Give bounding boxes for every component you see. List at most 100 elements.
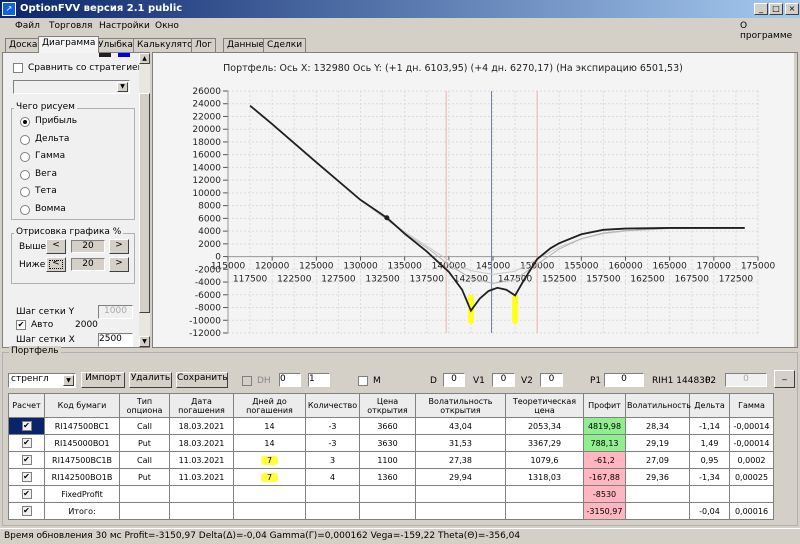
above-decrease-button[interactable]: < <box>46 239 66 254</box>
y-tick-label: 22000 <box>192 112 221 122</box>
calc-checkbox-cell[interactable]: ✔ <box>8 434 45 452</box>
chart-splitter[interactable] <box>794 53 797 347</box>
column-header[interactable]: Расчет <box>8 393 45 418</box>
minimize-button[interactable]: _ <box>754 3 768 15</box>
calc-checkbox-cell[interactable]: ✔ <box>8 417 45 435</box>
calc-checkbox-cell[interactable]: ✔ <box>8 485 45 503</box>
column-header[interactable]: Профит <box>583 393 626 418</box>
cell-type: Call <box>119 417 170 435</box>
chevron-down-icon[interactable]: ▼ <box>117 82 128 92</box>
draw-option-label: Вега <box>35 168 57 179</box>
calc-checkbox-cell[interactable]: ✔ <box>8 451 45 469</box>
save-button[interactable]: Сохранить <box>176 372 228 388</box>
cell-gamma: 0,00016 <box>729 502 774 520</box>
v2-input[interactable]: 0 <box>540 373 563 387</box>
menu-about[interactable]: О программе <box>740 21 800 41</box>
spin2-input[interactable]: 1 <box>308 373 330 387</box>
tab-smile[interactable]: Улыбка <box>94 38 137 52</box>
column-header[interactable]: Количество <box>305 393 360 418</box>
cell-profit: -3150,97 <box>583 502 626 520</box>
tab-log[interactable]: Лог <box>191 38 217 52</box>
close-button[interactable]: × <box>785 3 799 15</box>
maximize-button[interactable]: □ <box>769 3 783 15</box>
calc-checkbox[interactable]: ✔ <box>21 421 32 431</box>
column-header[interactable]: Теоретическая цена <box>505 393 584 418</box>
column-header[interactable]: Дней до погашения <box>233 393 306 418</box>
m-checkbox[interactable] <box>358 376 368 386</box>
y-tick-label: -4000 <box>195 278 221 288</box>
calc-checkbox-cell[interactable]: ✔ <box>8 468 45 486</box>
radio-2[interactable] <box>20 152 30 162</box>
calc-checkbox[interactable]: ✔ <box>21 506 32 516</box>
scroll-thumb[interactable] <box>139 93 150 313</box>
table-row[interactable]: ✔ RI142500BO1B Put 11.03.2021 7 4 1360 29,94 131… <box>8 468 774 486</box>
profit-series-line <box>249 105 745 275</box>
minimize-portfolio-button[interactable]: _ <box>774 370 795 388</box>
table-row[interactable]: ✔ RI147500BC1B Call 11.03.2021 7 3 1100 27,38 10… <box>8 451 774 469</box>
calc-checkbox[interactable]: ✔ <box>21 489 32 499</box>
menu-trading[interactable]: Торговля <box>49 21 92 31</box>
radio-1[interactable] <box>20 134 30 145</box>
y-tick-label: -6000 <box>195 291 221 301</box>
grid-x-input[interactable]: 2500 <box>98 333 133 347</box>
cell-theo <box>505 485 584 503</box>
y-tick-label: -10000 <box>189 316 221 326</box>
radio-3[interactable] <box>20 169 30 180</box>
above-value[interactable]: 20 <box>71 240 105 253</box>
column-header[interactable]: Волатильность открытия <box>415 393 506 418</box>
compare-checkbox[interactable] <box>13 63 23 73</box>
compare-strategy-select[interactable]: ▼ <box>13 80 130 94</box>
radio-0[interactable] <box>20 117 30 127</box>
calc-checkbox[interactable]: ✔ <box>21 472 32 482</box>
below-decrease-button[interactable]: < <box>46 257 66 272</box>
above-increase-button[interactable]: > <box>109 239 129 254</box>
cell-date: 11.03.2021 <box>169 468 234 486</box>
scroll-down-icon[interactable]: ▼ <box>139 336 150 347</box>
x-tick-label-minor: 162500 <box>630 275 665 285</box>
below-increase-button[interactable]: > <box>109 257 129 272</box>
auto-label: Авто <box>31 320 54 330</box>
tab-board[interactable]: Доска <box>5 38 42 52</box>
dh-checkbox[interactable] <box>242 376 252 386</box>
calc-checkbox[interactable]: ✔ <box>21 455 32 465</box>
p2-input[interactable]: 0 <box>725 373 767 387</box>
tab-diagram[interactable]: Диаграмма <box>38 36 100 53</box>
d-input[interactable]: 0 <box>443 373 465 387</box>
column-header[interactable]: Код бумаги <box>44 393 120 418</box>
table-row[interactable]: ✔ RI145000BO1 Put 18.03.2021 14 -3 3630 31,53 33… <box>8 434 774 452</box>
scroll-up-icon[interactable]: ▲ <box>139 53 150 64</box>
y-tick-label: 2000 <box>198 240 221 250</box>
radio-5[interactable] <box>20 204 30 215</box>
spin1-input[interactable]: 0 <box>279 373 301 387</box>
column-header[interactable]: Гамма <box>729 393 774 418</box>
p1-input[interactable]: 0 <box>604 373 644 387</box>
column-header[interactable]: Дельта <box>689 393 730 418</box>
menu-file[interactable]: Файл <box>15 21 40 31</box>
tab-deals[interactable]: Сделки <box>263 38 307 52</box>
menu-settings[interactable]: Настройки <box>99 21 150 31</box>
tab-data[interactable]: Данные <box>223 38 268 52</box>
auto-checkbox[interactable]: ✔ <box>16 320 26 330</box>
column-header[interactable]: Тип опциона <box>119 393 170 418</box>
menu-window[interactable]: Окно <box>155 21 179 31</box>
calc-checkbox-cell[interactable]: ✔ <box>8 502 45 520</box>
chevron-down-icon[interactable]: ▼ <box>63 375 74 386</box>
column-header[interactable]: Волатильность <box>625 393 691 418</box>
delete-button[interactable]: Удалить <box>129 372 172 388</box>
v1-input[interactable]: 0 <box>492 373 515 387</box>
table-row[interactable]: ✔ RI147500BC1 Call 18.03.2021 14 -3 3660 43,04 2… <box>8 417 774 435</box>
profit-chart[interactable]: 26000 24000 22000 20000 18000 16000 14000 12000… <box>153 53 793 347</box>
grid-y-input[interactable]: 1000 <box>98 305 133 319</box>
column-header[interactable]: Дата погашения <box>169 393 234 418</box>
radio-4[interactable] <box>20 187 30 197</box>
calc-checkbox[interactable]: ✔ <box>21 438 32 448</box>
left-panel-scrollbar[interactable]: ▲ ▼ <box>139 53 150 347</box>
color-swatch-black[interactable] <box>99 53 111 57</box>
table-row[interactable]: ✔ FixedProfit -8530 <box>8 485 774 503</box>
cell-code: RI142500BO1B <box>44 468 120 486</box>
column-header[interactable]: Цена открытия <box>359 393 416 418</box>
below-value[interactable]: 20 <box>71 258 105 271</box>
table-row[interactable]: ✔ Итого: -3150,97 -0,04 0,00016 <box>8 502 774 520</box>
color-swatch-blue[interactable] <box>118 53 130 57</box>
import-button[interactable]: Импорт <box>81 372 125 388</box>
